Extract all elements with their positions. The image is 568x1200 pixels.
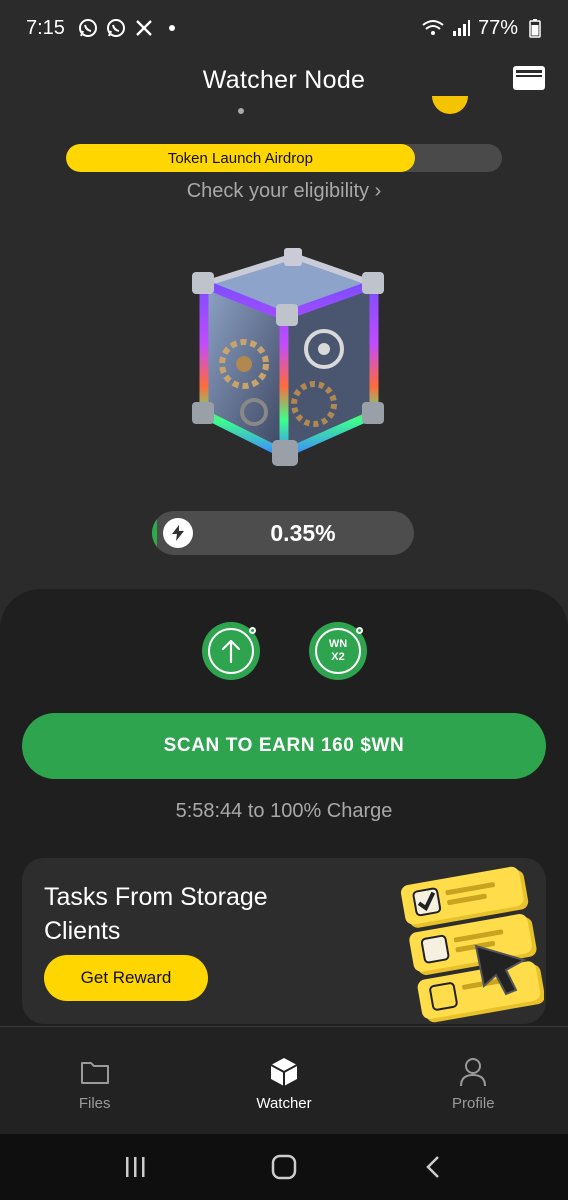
battery-percent: 77% [477,16,518,39]
page-title: Watcher Node [202,65,366,94]
wifi-icon [422,17,444,39]
node-cube-illustration [184,244,384,474]
whatsapp-icon [105,17,127,39]
multiplier-line2: X2 [331,651,345,663]
multiplier-line1: WN [328,638,348,650]
status-bar: 7:15 77% [0,0,568,56]
x-icon [133,17,155,39]
bottom-tab-bar: Files Watcher Profile [0,1026,568,1134]
charge-countdown: 5:58:44 to 100% Charge [175,800,393,822]
arrow-up-icon [221,639,241,664]
carousel-dot [238,108,244,114]
upload-button[interactable] [202,622,260,680]
home-icon [271,1154,297,1180]
person-icon [458,1057,488,1087]
back-button[interactable] [413,1147,453,1187]
system-navigation-bar [0,1134,568,1200]
scan-to-earn-button[interactable]: SCAN TO EARN 160 $WN [22,713,546,779]
airdrop-progress-bar[interactable]: Token Launch Airdrop [66,144,502,172]
tab-label: Profile [452,1095,495,1112]
signal-icon [450,17,472,39]
coin-peek [432,96,468,114]
multiplier-button[interactable]: WN X2 [309,622,367,680]
more-notifications-dot [168,25,175,31]
cube-icon [269,1057,299,1087]
clock: 7:15 [26,16,65,39]
back-icon [426,1156,440,1178]
wallet-button[interactable] [512,64,546,92]
tab-label: Watcher [256,1095,312,1112]
tab-label: Files [78,1095,111,1112]
tab-watcher[interactable]: Watcher [189,1027,378,1134]
wallet-icon [513,66,545,90]
charge-percent: 0.35% [270,519,336,546]
home-button[interactable] [264,1147,304,1187]
airdrop-label: Token Launch Airdrop [167,149,313,167]
tasks-card[interactable]: Tasks From Storage Clients Get Reward [22,858,546,1024]
battery-icon [524,17,546,39]
folder-icon [80,1057,110,1087]
multiplier-badge: WN X2 [329,638,347,664]
app-header: Watcher Node [0,56,568,104]
whatsapp-icon [77,17,99,39]
tab-profile[interactable]: Profile [379,1027,568,1134]
get-reward-button[interactable]: Get Reward [44,955,208,1001]
tasks-title: Tasks From Storage Clients [44,883,268,945]
check-eligibility-link[interactable]: Check your eligibility › [0,180,568,203]
checklist-illustration [384,860,545,1024]
recents-icon [125,1157,145,1177]
tab-files[interactable]: Files [0,1027,189,1134]
charge-indicator: 0.35% [152,511,414,555]
recent-apps-button[interactable] [115,1147,155,1187]
